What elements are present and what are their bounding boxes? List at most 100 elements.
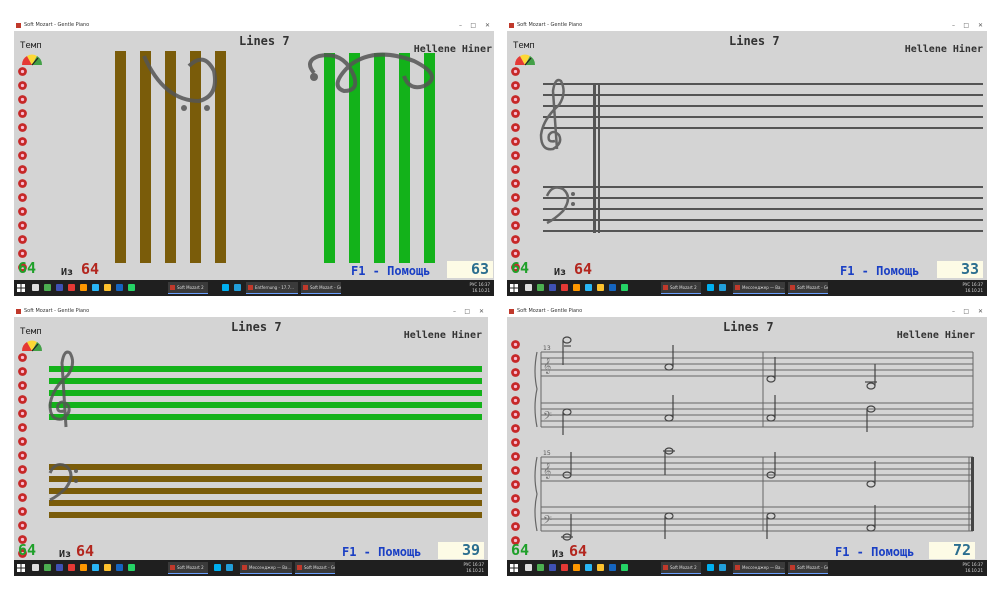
help-hint[interactable]: F1 - Помощь bbox=[342, 545, 421, 559]
help-hint[interactable]: F1 - Помощь bbox=[840, 264, 919, 278]
chrome-icon[interactable] bbox=[537, 284, 544, 291]
app-icon[interactable] bbox=[116, 564, 123, 571]
app-icon[interactable] bbox=[80, 564, 87, 571]
staff-bar bbox=[49, 390, 482, 396]
window-title: Soft Mozart - Gentle Piano bbox=[24, 22, 90, 28]
app-icon[interactable] bbox=[116, 284, 123, 291]
app-icon[interactable] bbox=[561, 564, 568, 571]
treble-clef-icon: 𝄞 bbox=[543, 463, 551, 479]
app-icon[interactable] bbox=[68, 284, 75, 291]
system-tray[interactable]: РУС 16:37 16.10.21 bbox=[464, 562, 484, 574]
app-icon[interactable] bbox=[104, 284, 111, 291]
app-icon[interactable] bbox=[585, 564, 592, 571]
maximize-button[interactable]: □ bbox=[464, 306, 470, 317]
total-number: 64 bbox=[569, 542, 588, 560]
close-button[interactable]: ✕ bbox=[978, 306, 983, 317]
app-icon[interactable] bbox=[561, 284, 568, 291]
skype-icon[interactable] bbox=[214, 564, 221, 571]
app-icon[interactable] bbox=[56, 564, 63, 571]
minimize-button[interactable]: – bbox=[459, 20, 462, 31]
whatsapp-icon[interactable] bbox=[621, 284, 628, 291]
windows-start-icon[interactable] bbox=[17, 564, 25, 572]
minimize-button[interactable]: – bbox=[453, 306, 456, 317]
telegram-icon[interactable] bbox=[719, 564, 726, 571]
chrome-icon[interactable] bbox=[537, 564, 544, 571]
app-icon[interactable] bbox=[104, 564, 111, 571]
app-icon[interactable] bbox=[56, 284, 63, 291]
bass-staff-horizontal bbox=[49, 464, 482, 518]
taskbar-item[interactable]: Soft Mozart 2 bbox=[661, 282, 701, 294]
telegram-icon[interactable] bbox=[719, 284, 726, 291]
minimize-button[interactable]: – bbox=[952, 20, 955, 31]
app-icon[interactable] bbox=[573, 564, 580, 571]
taskbar-item[interactable]: Мессенджер — Ва... bbox=[240, 562, 292, 574]
skype-icon[interactable] bbox=[707, 564, 714, 571]
app-icon[interactable] bbox=[609, 284, 616, 291]
app-icon[interactable] bbox=[609, 564, 616, 571]
app-icon[interactable] bbox=[92, 284, 99, 291]
barline bbox=[598, 83, 600, 233]
app-icon[interactable] bbox=[68, 564, 75, 571]
windows-start-icon[interactable] bbox=[510, 284, 518, 292]
taskbar-item[interactable]: Soft Mozart 2 bbox=[168, 562, 208, 574]
whatsapp-icon[interactable] bbox=[621, 564, 628, 571]
maximize-button[interactable]: □ bbox=[963, 306, 969, 317]
note bbox=[866, 524, 876, 532]
maximize-button[interactable]: □ bbox=[963, 20, 969, 31]
note bbox=[664, 363, 674, 371]
whatsapp-icon[interactable] bbox=[128, 284, 135, 291]
close-button[interactable]: ✕ bbox=[479, 306, 484, 317]
lang-indicator: РУС bbox=[962, 562, 971, 567]
window-title: Soft Mozart - Gentle Piano bbox=[517, 22, 583, 28]
grand-staff-area bbox=[539, 78, 983, 233]
staff-bar bbox=[49, 378, 482, 384]
windows-start-icon[interactable] bbox=[17, 284, 25, 292]
search-icon[interactable] bbox=[32, 284, 39, 291]
taskbar-item[interactable]: Entfernung - 17.7... bbox=[246, 282, 298, 294]
game-area: Lines 7 Hellene Hiner Темп 64 Из 64 F1 -… bbox=[507, 31, 987, 280]
taskbar-item[interactable]: Soft Mozart 2 bbox=[661, 562, 701, 574]
app-icon[interactable] bbox=[549, 284, 556, 291]
taskbar-item[interactable]: Soft Mozart 2 bbox=[168, 282, 208, 294]
taskbar-item[interactable]: Мессенджер — Ва... bbox=[733, 562, 785, 574]
windows-start-icon[interactable] bbox=[510, 564, 518, 572]
help-hint[interactable]: F1 - Помощь bbox=[351, 264, 430, 278]
system-tray[interactable]: РУС 16:37 16.10.21 bbox=[470, 282, 490, 294]
search-icon[interactable] bbox=[525, 284, 532, 291]
maximize-button[interactable]: □ bbox=[470, 20, 476, 31]
taskbar-item[interactable]: Soft Mozart - Gentl... bbox=[301, 282, 341, 294]
system-tray[interactable]: РУС 16:37 16.10.21 bbox=[963, 562, 983, 574]
taskbar-item[interactable]: Мессенджер — Ва... bbox=[733, 282, 785, 294]
app-icon[interactable] bbox=[597, 284, 604, 291]
app-icon[interactable] bbox=[585, 284, 592, 291]
system-brace bbox=[534, 351, 538, 428]
lang-indicator: РУС bbox=[962, 282, 971, 287]
app-icon[interactable] bbox=[573, 284, 580, 291]
skype-icon[interactable] bbox=[707, 284, 714, 291]
search-icon[interactable] bbox=[525, 564, 532, 571]
help-hint[interactable]: F1 - Помощь bbox=[835, 545, 914, 559]
app-icon[interactable] bbox=[549, 564, 556, 571]
treble-clef-icon: 𝄞 bbox=[543, 358, 551, 374]
search-icon[interactable] bbox=[32, 564, 39, 571]
note bbox=[866, 382, 876, 390]
app-icon[interactable] bbox=[597, 564, 604, 571]
close-button[interactable]: ✕ bbox=[978, 20, 983, 31]
chrome-icon[interactable] bbox=[44, 564, 51, 571]
bass-clef-icon bbox=[545, 186, 575, 225]
minimize-button[interactable]: – bbox=[952, 306, 955, 317]
skype-icon[interactable] bbox=[222, 284, 229, 291]
app-icon[interactable] bbox=[92, 564, 99, 571]
app-icon[interactable] bbox=[80, 284, 87, 291]
close-button[interactable]: ✕ bbox=[485, 20, 490, 31]
whatsapp-icon[interactable] bbox=[128, 564, 135, 571]
counter-box: 33 bbox=[937, 261, 983, 278]
system-tray[interactable]: РУС 16:37 16.10.21 bbox=[963, 282, 983, 294]
chrome-icon[interactable] bbox=[44, 284, 51, 291]
measure-number: 15 bbox=[543, 450, 551, 457]
taskbar-item[interactable]: Soft Mozart - Gentl... bbox=[788, 282, 828, 294]
telegram-icon[interactable] bbox=[226, 564, 233, 571]
taskbar-item[interactable]: Soft Mozart - Gentl... bbox=[295, 562, 335, 574]
taskbar-item[interactable]: Soft Mozart - Gentl... bbox=[788, 562, 828, 574]
telegram-icon[interactable] bbox=[234, 284, 241, 291]
